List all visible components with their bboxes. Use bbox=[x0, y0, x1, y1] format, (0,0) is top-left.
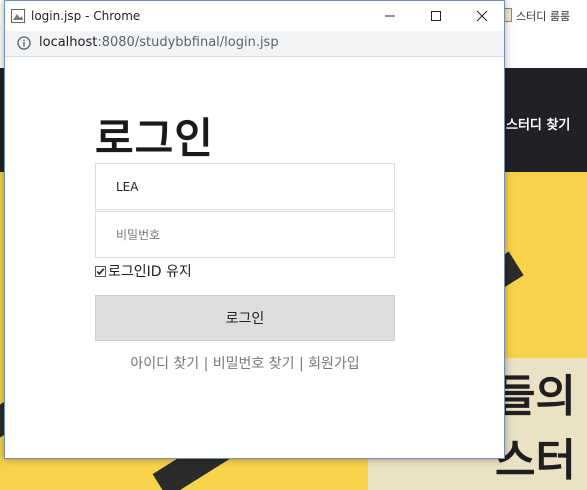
minimize-button[interactable] bbox=[367, 1, 413, 31]
url-path: :8080/studybbfinal/login.jsp bbox=[97, 35, 279, 50]
login-button[interactable]: 로그인 bbox=[95, 295, 395, 341]
maximize-icon bbox=[431, 11, 441, 21]
link-separator: | bbox=[294, 356, 309, 372]
address-bar[interactable]: localhost:8080/studybbfinal/login.jsp bbox=[5, 31, 504, 57]
window-title: login.jsp - Chrome bbox=[31, 9, 141, 23]
background-tab-title: 스터디 룸룸 bbox=[516, 10, 571, 23]
remember-id-option[interactable]: 로그인ID 유지 bbox=[95, 262, 192, 280]
remember-id-label: 로그인ID 유지 bbox=[108, 264, 192, 280]
login-popup-window: login.jsp - Chrome localhost:8080/studyb… bbox=[4, 0, 505, 459]
close-icon bbox=[476, 10, 488, 22]
login-content: 로그인 로그인ID 유지 로그인 아이디 찾기 | 비밀번호 찾기 | 회원가입 bbox=[5, 57, 504, 459]
background-nav-link[interactable]: 스터디 찾기 bbox=[506, 114, 570, 133]
hero-text-line-2: 스터 bbox=[495, 435, 576, 486]
background-tab[interactable]: 스터디 룸룸 bbox=[498, 8, 570, 24]
signup-link[interactable]: 회원가입 bbox=[308, 356, 360, 372]
remember-id-checkbox[interactable] bbox=[95, 265, 106, 277]
page-icon bbox=[11, 9, 25, 23]
checkmark-icon bbox=[96, 267, 105, 275]
page-title: 로그인 bbox=[95, 114, 214, 163]
minimize-icon bbox=[385, 15, 395, 17]
find-password-link[interactable]: 비밀번호 찾기 bbox=[213, 356, 295, 372]
maximize-button[interactable] bbox=[413, 1, 459, 31]
hero-text-line-1: 들의 bbox=[495, 371, 576, 422]
password-input[interactable] bbox=[95, 211, 395, 258]
url-text[interactable]: localhost:8080/studybbfinal/login.jsp bbox=[39, 35, 279, 50]
close-button[interactable] bbox=[459, 1, 505, 31]
user-id-input[interactable] bbox=[95, 163, 395, 210]
account-links: 아이디 찾기 | 비밀번호 찾기 | 회원가입 bbox=[95, 353, 395, 373]
find-id-link[interactable]: 아이디 찾기 bbox=[130, 356, 199, 372]
url-host: localhost bbox=[39, 35, 98, 50]
info-icon[interactable] bbox=[17, 36, 31, 50]
window-titlebar[interactable]: login.jsp - Chrome bbox=[5, 1, 504, 31]
link-separator: | bbox=[199, 356, 213, 372]
